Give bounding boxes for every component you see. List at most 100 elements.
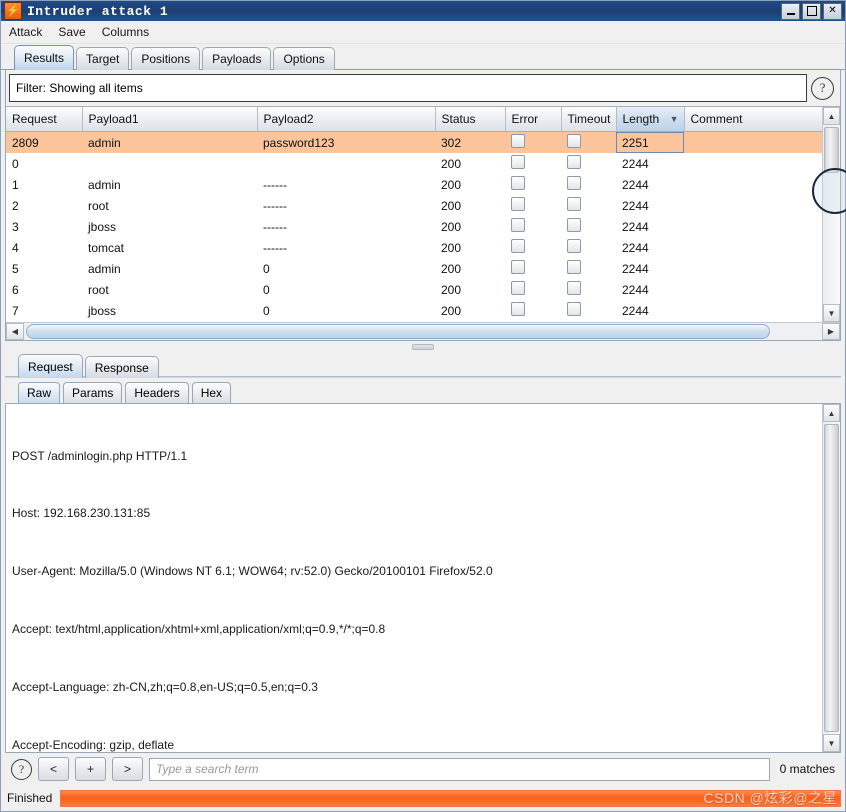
column-header-payload1[interactable]: Payload1 [82, 107, 258, 132]
splitter-grip-icon[interactable] [412, 344, 434, 350]
cell-timeout[interactable] [561, 131, 616, 153]
column-header-request[interactable]: Request [6, 107, 83, 132]
tab-target[interactable]: Target [76, 47, 130, 70]
filter-input[interactable]: Filter: Showing all items [9, 74, 807, 102]
tab-payloads[interactable]: Payloads [202, 47, 272, 70]
results-hscroll-thumb[interactable] [26, 324, 771, 339]
scroll-up-icon[interactable]: ▲ [823, 107, 840, 125]
error-checkbox[interactable] [511, 176, 525, 190]
cell-request: 6 [12, 282, 19, 297]
cell-timeout[interactable] [561, 216, 616, 237]
search-bar: ? < + > Type a search term 0 matches [5, 753, 841, 785]
timeout-checkbox[interactable] [567, 155, 581, 169]
close-icon[interactable]: ✕ [823, 2, 842, 20]
tab-headers[interactable]: Headers [125, 382, 189, 403]
cell-error[interactable] [505, 131, 561, 153]
column-header-status[interactable]: Status [435, 107, 506, 132]
tab-positions[interactable]: Positions [131, 47, 201, 70]
request-vertical-scrollbar[interactable]: ▲ ▼ [822, 404, 840, 752]
column-header-comment[interactable]: Comment [684, 107, 822, 132]
maximize-button[interactable] [802, 2, 821, 20]
cell-status: 200 [441, 198, 462, 213]
request-scroll-thumb[interactable] [824, 424, 839, 732]
timeout-checkbox[interactable] [567, 197, 581, 211]
timeout-checkbox[interactable] [567, 281, 581, 295]
error-checkbox[interactable] [511, 302, 525, 316]
request-scroll-track[interactable] [823, 422, 840, 734]
tab-results[interactable]: Results [14, 45, 75, 70]
column-header-length[interactable]: Length ▼ [616, 107, 685, 132]
cell-timeout[interactable] [561, 174, 616, 195]
table-row[interactable]: 1 admin ------ 200 2244 [6, 174, 822, 195]
timeout-checkbox[interactable] [567, 302, 581, 316]
results-scroll-track[interactable] [823, 125, 840, 304]
menu-item-columns[interactable]: Columns [102, 25, 149, 39]
timeout-checkbox[interactable] [567, 218, 581, 232]
tab-params[interactable]: Params [63, 382, 123, 403]
cell-error[interactable] [505, 237, 561, 258]
search-previous-button[interactable]: < [38, 757, 69, 781]
intruder-attack-window: ⚡ Intruder attack 1 ✕ Attack Save Column… [0, 0, 846, 812]
error-checkbox[interactable] [511, 218, 525, 232]
tab-response[interactable]: Response [84, 356, 159, 378]
cell-error[interactable] [505, 153, 561, 174]
error-checkbox[interactable] [511, 134, 525, 148]
tab-hex[interactable]: Hex [191, 382, 232, 403]
cell-timeout[interactable] [561, 195, 616, 216]
results-scroll-thumb[interactable] [824, 127, 839, 173]
scroll-down-icon[interactable]: ▼ [823, 304, 840, 322]
table-row[interactable]: 3 jboss ------ 200 2244 [6, 216, 822, 237]
column-header-error[interactable]: Error [505, 107, 562, 132]
cell-request: 2809 [6, 131, 82, 153]
cell-timeout[interactable] [561, 237, 616, 258]
minimize-button[interactable] [781, 2, 800, 20]
table-row[interactable]: 5 admin 0 200 2244 [6, 258, 822, 279]
cell-timeout[interactable] [561, 258, 616, 279]
tab-raw[interactable]: Raw [18, 382, 61, 403]
results-hscroll-track[interactable] [24, 323, 822, 340]
search-input[interactable]: Type a search term [149, 757, 770, 781]
scroll-left-icon[interactable]: ◀ [6, 323, 24, 340]
error-checkbox[interactable] [511, 281, 525, 295]
column-header-payload2[interactable]: Payload2 [257, 107, 436, 132]
help-icon[interactable]: ? [811, 76, 834, 100]
table-row[interactable]: 7 jboss 0 200 2244 [6, 300, 822, 321]
table-row[interactable]: 2 root ------ 200 2244 [6, 195, 822, 216]
timeout-checkbox[interactable] [567, 134, 581, 148]
error-checkbox[interactable] [511, 155, 525, 169]
cell-error[interactable] [505, 258, 561, 279]
tab-options[interactable]: Options [273, 47, 335, 70]
table-row[interactable]: 6 root 0 200 2244 [6, 279, 822, 300]
cell-error[interactable] [505, 216, 561, 237]
timeout-checkbox[interactable] [567, 176, 581, 190]
scroll-down-icon[interactable]: ▼ [823, 734, 840, 752]
scroll-up-icon[interactable]: ▲ [823, 404, 840, 422]
cell-error[interactable] [505, 300, 561, 321]
menu-item-attack[interactable]: Attack [9, 25, 42, 39]
timeout-checkbox[interactable] [567, 260, 581, 274]
timeout-checkbox[interactable] [567, 239, 581, 253]
search-add-button[interactable]: + [75, 757, 106, 781]
table-row[interactable]: 4 tomcat ------ 200 2244 [6, 237, 822, 258]
cell-error[interactable] [505, 195, 561, 216]
panel-splitter[interactable] [1, 341, 845, 353]
table-row[interactable]: 0 200 2244 [6, 153, 822, 174]
results-horizontal-scrollbar[interactable]: ◀ ▶ [6, 322, 840, 340]
cell-timeout[interactable] [561, 279, 616, 300]
error-checkbox[interactable] [511, 260, 525, 274]
cell-timeout[interactable] [561, 300, 616, 321]
scroll-right-icon[interactable]: ▶ [822, 323, 840, 340]
results-vertical-scrollbar[interactable]: ▲ ▼ [822, 107, 840, 322]
error-checkbox[interactable] [511, 197, 525, 211]
table-row[interactable]: 2809 admin password123 302 2251 [6, 131, 822, 153]
search-next-button[interactable]: > [112, 757, 143, 781]
cell-timeout[interactable] [561, 153, 616, 174]
raw-request-text[interactable]: POST /adminlogin.php HTTP/1.1 Host: 192.… [6, 404, 822, 752]
menu-item-save[interactable]: Save [58, 25, 85, 39]
cell-error[interactable] [505, 279, 561, 300]
column-header-timeout[interactable]: Timeout [561, 107, 617, 132]
cell-error[interactable] [505, 174, 561, 195]
tab-request[interactable]: Request [18, 354, 83, 378]
search-help-icon[interactable]: ? [11, 758, 32, 780]
error-checkbox[interactable] [511, 239, 525, 253]
